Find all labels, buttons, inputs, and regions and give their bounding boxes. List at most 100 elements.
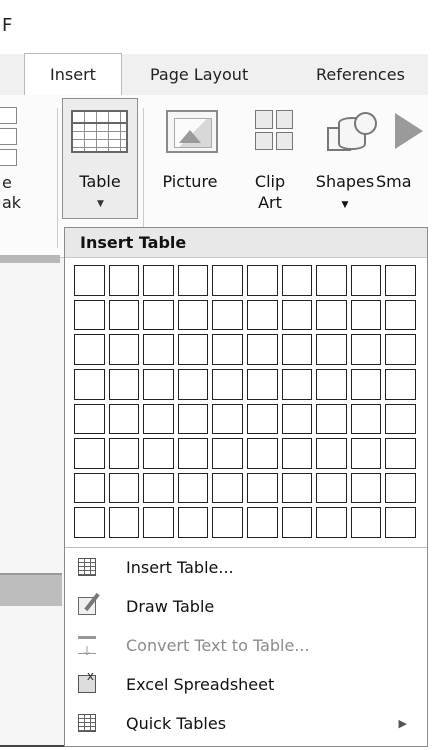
grid-cell[interactable]	[177, 472, 209, 504]
grid-cell[interactable]	[177, 438, 209, 469]
grid-cell[interactable]	[385, 299, 416, 331]
grid-cell[interactable]	[177, 368, 209, 400]
grid-cell[interactable]	[281, 299, 313, 331]
menu-item-excel-spreadsheet[interactable]: Excel Spreadsheet	[65, 657, 427, 704]
grid-cell[interactable]	[350, 438, 382, 469]
grid-cell[interactable]	[143, 368, 174, 400]
picture-button[interactable]: Picture	[146, 98, 234, 228]
grid-cell[interactable]	[212, 265, 243, 296]
tab-insert[interactable]: Insert	[24, 53, 122, 96]
grid-cell[interactable]	[281, 438, 313, 469]
grid-cell[interactable]	[316, 472, 347, 504]
grid-cell[interactable]	[247, 507, 278, 538]
grid-cell[interactable]	[247, 472, 278, 504]
menu-item-quick-tables[interactable]: Quick Tables ▶	[65, 704, 427, 743]
grid-cell[interactable]	[108, 438, 140, 469]
grid-cell[interactable]	[281, 334, 313, 365]
grid-cell[interactable]	[316, 403, 347, 435]
grid-cell[interactable]	[212, 299, 243, 331]
word-window: F Insert Page Layout References e ak Tab…	[0, 0, 430, 747]
tab-references[interactable]: References	[316, 65, 405, 84]
menu-item-label: Insert Table...	[126, 558, 234, 577]
grid-cell[interactable]	[385, 334, 416, 365]
grid-cell[interactable]	[177, 507, 209, 538]
grid-cell[interactable]	[108, 472, 140, 504]
table-grid-picker[interactable]	[74, 265, 416, 538]
grid-cell[interactable]	[74, 299, 105, 331]
grid-cell[interactable]	[385, 403, 416, 435]
grid-cell[interactable]	[281, 472, 313, 504]
grid-cell[interactable]	[247, 334, 278, 365]
grid-cell[interactable]	[281, 403, 313, 435]
grid-cell[interactable]	[316, 299, 347, 331]
menu-item-draw-table[interactable]: Draw Table	[65, 587, 427, 626]
picture-label: Picture	[162, 172, 218, 191]
grid-cell[interactable]	[247, 438, 278, 469]
grid-cell[interactable]	[281, 265, 313, 296]
grid-cell[interactable]	[247, 403, 278, 435]
shapes-button[interactable]: Shapes ▼	[306, 98, 384, 228]
grid-cell[interactable]	[385, 368, 416, 400]
grid-cell[interactable]	[74, 403, 105, 435]
grid-cell[interactable]	[177, 334, 209, 365]
grid-cell[interactable]	[177, 299, 209, 331]
grid-cell[interactable]	[350, 403, 382, 435]
grid-cell[interactable]	[212, 507, 243, 538]
grid-cell[interactable]	[316, 265, 347, 296]
grid-cell[interactable]	[316, 507, 347, 538]
grid-cell[interactable]	[385, 265, 416, 296]
convert-text-icon	[78, 632, 96, 671]
grid-cell[interactable]	[74, 368, 105, 400]
grid-cell[interactable]	[143, 507, 174, 538]
grid-cell[interactable]	[108, 507, 140, 538]
grid-cell[interactable]	[316, 334, 347, 365]
grid-cell[interactable]	[74, 438, 105, 469]
grid-cell[interactable]	[143, 438, 174, 469]
grid-cell[interactable]	[143, 472, 174, 504]
grid-cell[interactable]	[74, 472, 105, 504]
grid-cell[interactable]	[247, 265, 278, 296]
grid-cell[interactable]	[247, 299, 278, 331]
grid-cell[interactable]	[177, 265, 209, 296]
grid-cell[interactable]	[143, 334, 174, 365]
grid-cell[interactable]	[212, 438, 243, 469]
grid-cell[interactable]	[74, 334, 105, 365]
grid-cell[interactable]	[212, 403, 243, 435]
grid-cell[interactable]	[74, 507, 105, 538]
grid-cell[interactable]	[108, 299, 140, 331]
grid-cell[interactable]	[350, 265, 382, 296]
grid-cell[interactable]	[316, 368, 347, 400]
page-break-icon[interactable]	[0, 107, 20, 167]
grid-cell[interactable]	[350, 299, 382, 331]
grid-cell[interactable]	[212, 334, 243, 365]
grid-cell[interactable]	[350, 472, 382, 504]
grid-cell[interactable]	[212, 368, 243, 400]
grid-cell[interactable]	[385, 507, 416, 538]
grid-cell[interactable]	[247, 368, 278, 400]
grid-cell[interactable]	[74, 265, 105, 296]
grid-cell[interactable]	[143, 403, 174, 435]
clip-art-button[interactable]: Clip Art	[235, 98, 305, 228]
grid-cell[interactable]	[108, 334, 140, 365]
table-button[interactable]: Table ▼	[62, 98, 138, 219]
grid-cell[interactable]	[143, 299, 174, 331]
grid-cell[interactable]	[350, 334, 382, 365]
grid-cell[interactable]	[350, 507, 382, 538]
grid-cell[interactable]	[281, 368, 313, 400]
grid-cell[interactable]	[108, 265, 140, 296]
grid-cell[interactable]	[143, 265, 174, 296]
grid-cell[interactable]	[177, 403, 209, 435]
grid-cell[interactable]	[108, 368, 140, 400]
menu-item-label: Excel Spreadsheet	[126, 675, 275, 694]
grid-cell[interactable]	[281, 507, 313, 538]
page-break-label[interactable]: e ak	[2, 173, 32, 213]
grid-cell[interactable]	[385, 438, 416, 469]
grid-cell[interactable]	[108, 403, 140, 435]
grid-cell[interactable]	[385, 472, 416, 504]
tab-page-layout[interactable]: Page Layout	[150, 65, 248, 84]
menu-item-insert-table[interactable]: Insert Table...	[65, 548, 427, 587]
smartart-button-partial[interactable]: Sma	[376, 98, 428, 191]
grid-cell[interactable]	[212, 472, 243, 504]
grid-cell[interactable]	[316, 438, 347, 469]
grid-cell[interactable]	[350, 368, 382, 400]
